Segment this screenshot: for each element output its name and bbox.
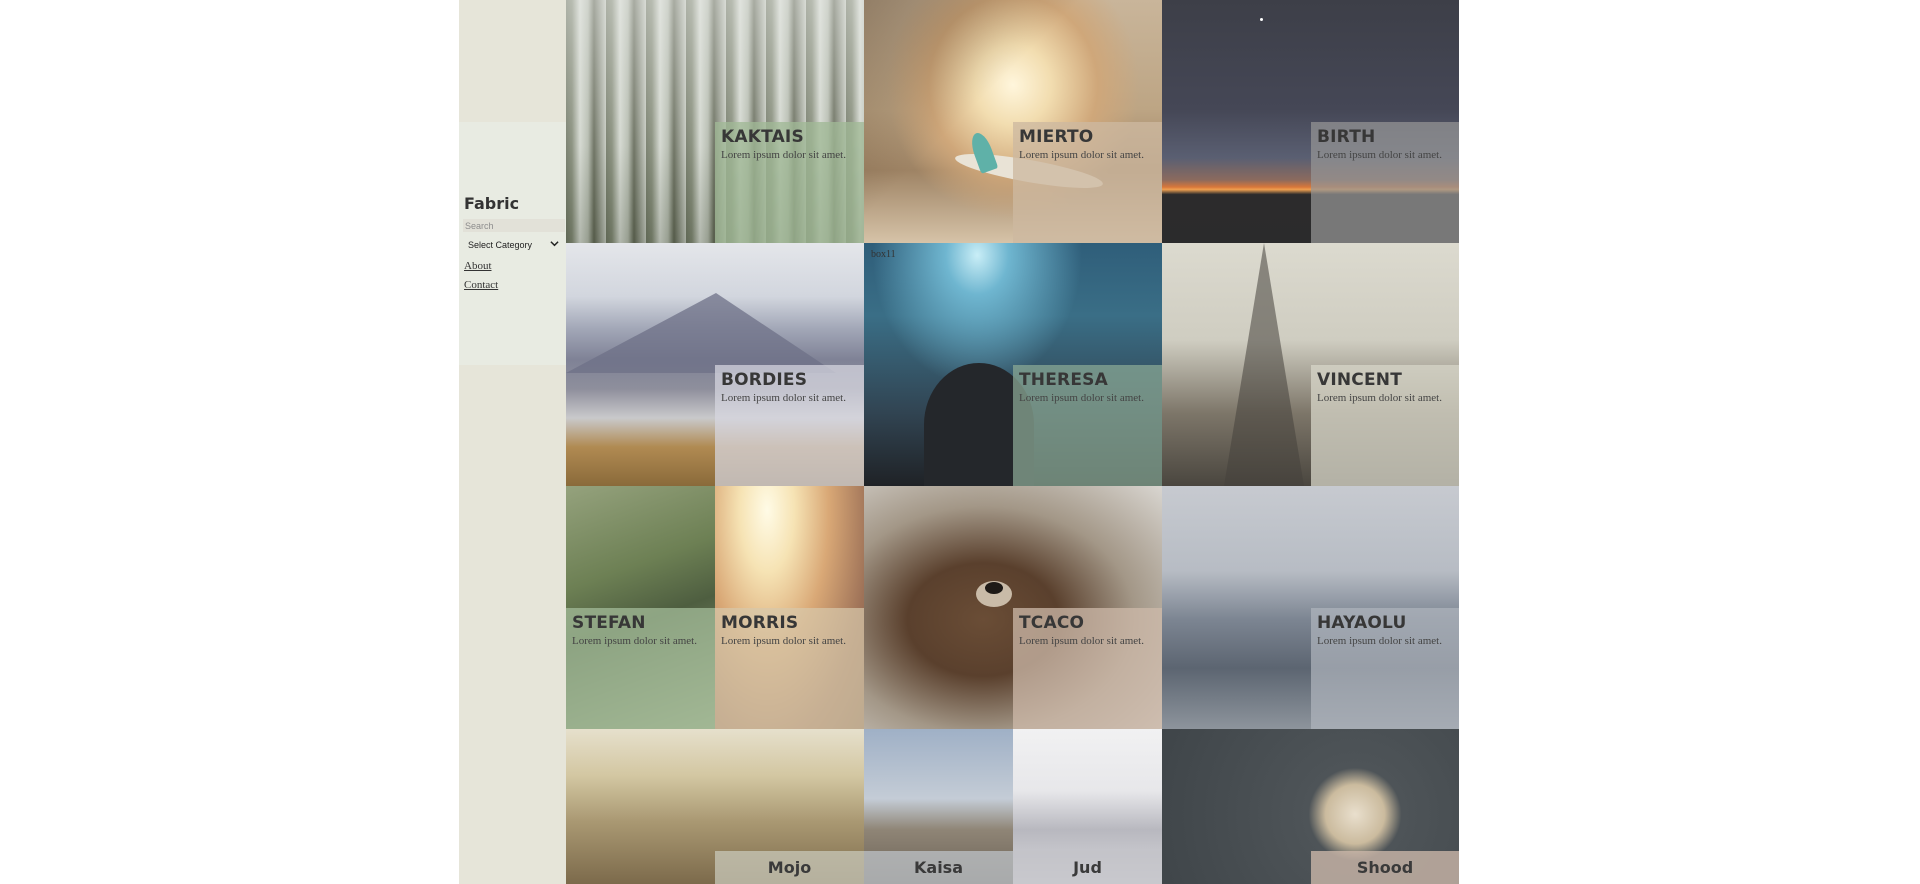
caption-jud: Jud: [1013, 851, 1162, 884]
nav-contact-link[interactable]: Contact: [464, 279, 498, 291]
category-select-value: Select Category: [468, 239, 533, 250]
tile-title: MIERTO: [1019, 127, 1094, 147]
tile-title: BIRTH: [1317, 127, 1376, 147]
tile-description: Lorem ipsum dolor sit amet.: [1317, 149, 1442, 161]
tile-title: KAKTAIS: [721, 127, 804, 147]
tile-kaisa[interactable]: Kaisa: [864, 729, 1013, 884]
sidebar-panel: Fabric Select Category About Contact: [459, 122, 566, 365]
tile-bordies[interactable]: BORDIES Lorem ipsum dolor sit amet.: [566, 243, 864, 486]
tile-title: VINCENT: [1317, 370, 1403, 390]
star-dot: [1260, 18, 1263, 21]
tile-hayaolu[interactable]: HAYAOLU Lorem ipsum dolor sit amet.: [1162, 486, 1459, 729]
tile-title: Kaisa: [914, 858, 963, 877]
caption-hayaolu: HAYAOLU Lorem ipsum dolor sit amet.: [1311, 608, 1459, 729]
sidebar: Fabric Select Category About Contact: [459, 0, 566, 884]
tile-title: HAYAOLU: [1317, 613, 1407, 633]
tile-birth[interactable]: BIRTH Lorem ipsum dolor sit amet.: [1162, 0, 1459, 243]
caption-kaisa: Kaisa: [864, 851, 1013, 884]
box-label: box11: [871, 249, 896, 260]
caption-birth: BIRTH Lorem ipsum dolor sit amet.: [1311, 122, 1459, 243]
tile-mierto[interactable]: MIERTO Lorem ipsum dolor sit amet.: [864, 0, 1162, 243]
tile-mojo[interactable]: Mojo: [566, 729, 864, 884]
tile-shood[interactable]: Shood: [1162, 729, 1459, 884]
tile-kaktais[interactable]: KAKTAIS Lorem ipsum dolor sit amet.: [566, 0, 864, 243]
tile-title: Shood: [1356, 858, 1414, 877]
tile-jud[interactable]: Jud: [1013, 729, 1162, 884]
tile-tcaco[interactable]: TCACO Lorem ipsum dolor sit amet.: [864, 486, 1162, 729]
caption-tcaco: TCACO Lorem ipsum dolor sit amet.: [1013, 608, 1162, 729]
tile-title: MORRIS: [721, 613, 799, 633]
bear-nose: [985, 582, 1003, 594]
tile-description: Lorem ipsum dolor sit amet.: [1019, 635, 1144, 647]
tile-description: Lorem ipsum dolor sit amet.: [1317, 392, 1442, 404]
tile-title: STEFAN: [572, 613, 646, 633]
tile-theresa[interactable]: box11 THERESA Lorem ipsum dolor sit amet…: [864, 243, 1162, 486]
tile-vincent[interactable]: VINCENT Lorem ipsum dolor sit amet.: [1162, 243, 1459, 486]
tile-title: TCACO: [1019, 613, 1085, 633]
chevron-down-icon: [550, 241, 559, 247]
tile-description: Lorem ipsum dolor sit amet.: [721, 635, 846, 647]
caption-stefan: STEFAN Lorem ipsum dolor sit amet.: [566, 608, 715, 729]
tile-morris[interactable]: MORRIS Lorem ipsum dolor sit amet.: [715, 486, 864, 729]
tile-title: THERESA: [1019, 370, 1108, 390]
nav-about-link[interactable]: About: [464, 260, 492, 272]
tile-title: BORDIES: [721, 370, 808, 390]
caption-morris: MORRIS Lorem ipsum dolor sit amet.: [715, 608, 864, 729]
category-select[interactable]: Select Category: [463, 236, 559, 253]
tile-stefan[interactable]: STEFAN Lorem ipsum dolor sit amet.: [566, 486, 715, 729]
caption-shood: Shood: [1311, 851, 1459, 884]
caption-kaktais: KAKTAIS Lorem ipsum dolor sit amet.: [715, 122, 864, 243]
tile-description: Lorem ipsum dolor sit amet.: [1317, 635, 1442, 647]
tile-description: Lorem ipsum dolor sit amet.: [1019, 149, 1144, 161]
caption-vincent: VINCENT Lorem ipsum dolor sit amet.: [1311, 365, 1459, 486]
caption-theresa: THERESA Lorem ipsum dolor sit amet.: [1013, 365, 1162, 486]
caption-mojo: Mojo: [715, 851, 864, 884]
tile-description: Lorem ipsum dolor sit amet.: [1019, 392, 1144, 404]
tile-description: Lorem ipsum dolor sit amet.: [721, 392, 846, 404]
tile-title: Mojo: [767, 858, 812, 877]
tile-description: Lorem ipsum dolor sit amet.: [721, 149, 846, 161]
site-title: Fabric: [464, 194, 520, 213]
tile-title: Jud: [1073, 858, 1102, 877]
tile-description: Lorem ipsum dolor sit amet.: [572, 635, 697, 647]
search-input[interactable]: [463, 219, 565, 232]
caption-bordies: BORDIES Lorem ipsum dolor sit amet.: [715, 365, 864, 486]
mountain-shape: [566, 293, 836, 373]
caption-mierto: MIERTO Lorem ipsum dolor sit amet.: [1013, 122, 1162, 243]
tower-shape: [1224, 243, 1304, 486]
